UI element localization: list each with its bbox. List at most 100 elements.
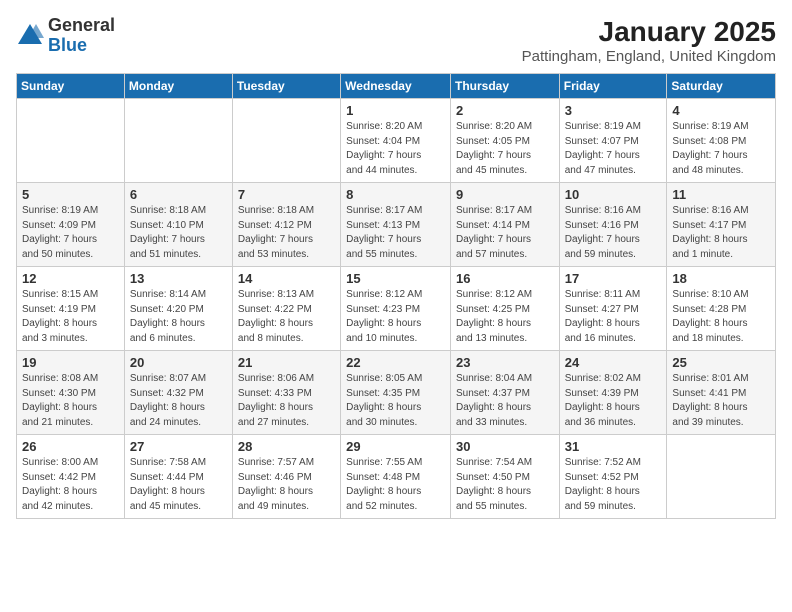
calendar-day-cell: 30 Sunrise: 7:54 AM Sunset: 4:50 PM Dayli… [450,435,559,519]
calendar-week-row: 26Sunrise: 8:00 AM Sunset: 4:42 PM Dayli… [17,435,776,519]
day-info: Sunrise: 8:12 AM Sunset: 4:23 PM Dayligh… [346,288,445,346]
logo-icon [16,22,44,50]
day-number: 11 [672,187,770,202]
calendar-day-cell: 6 Sunrise: 8:18 AM Sunset: 4:10 PM Daylig… [124,183,232,267]
calendar-day-cell: 23 Sunrise: 8:04 AM Sunset: 4:37 PM Dayli… [450,351,559,435]
day-info: Sunrise: 7:55 AM Sunset: 4:48 PM Dayligh… [346,456,445,514]
day-number: 31 [565,439,662,454]
day-number: 22 [346,355,445,370]
weekday-header: Sunday [17,74,125,99]
title-block: January 2025 Pattingham, England, United… [522,16,776,65]
weekday-header: Wednesday [341,74,451,99]
calendar-day-cell: 5 Sunrise: 8:19 AM Sunset: 4:09 PM Daylig… [17,183,125,267]
day-info: Sunrise: 8:06 AM Sunset: 4:33 PM Dayligh… [238,372,335,430]
day-info: Sunrise: 8:20 AM Sunset: 4:05 PM Dayligh… [456,120,554,178]
calendar-day-cell: 7 Sunrise: 8:18 AM Sunset: 4:12 PM Daylig… [232,183,340,267]
calendar-day-cell: 9 Sunrise: 8:17 AM Sunset: 4:14 PM Daylig… [450,183,559,267]
calendar-subtitle: Pattingham, England, United Kingdom [522,48,776,65]
day-number: 26 [22,439,119,454]
day-number: 15 [346,271,445,286]
calendar-table: SundayMondayTuesdayWednesdayThursdayFrid… [16,73,776,519]
day-number: 3 [565,103,662,118]
day-number: 14 [238,271,335,286]
day-number: 5 [22,187,119,202]
logo: General Blue [16,16,115,56]
calendar-day-cell: 16Sunrise: 8:12 AM Sunset: 4:25 PM Dayli… [450,267,559,351]
day-number: 27 [130,439,227,454]
day-info: Sunrise: 8:18 AM Sunset: 4:12 PM Dayligh… [238,204,335,262]
logo-text: General Blue [48,16,115,56]
calendar-day-cell [17,99,125,183]
day-number: 29 [346,439,445,454]
day-info: Sunrise: 8:17 AM Sunset: 4:14 PM Dayligh… [456,204,554,262]
day-info: Sunrise: 8:18 AM Sunset: 4:10 PM Dayligh… [130,204,227,262]
calendar-week-row: 5 Sunrise: 8:19 AM Sunset: 4:09 PM Daylig… [17,183,776,267]
day-number: 20 [130,355,227,370]
calendar-day-cell: 17 Sunrise: 8:11 AM Sunset: 4:27 PM Dayli… [559,267,667,351]
calendar-day-cell: 11 Sunrise: 8:16 AM Sunset: 4:17 PM Dayli… [667,183,776,267]
calendar-week-row: 12 Sunrise: 8:15 AM Sunset: 4:19 PM Dayli… [17,267,776,351]
day-number: 6 [130,187,227,202]
calendar-day-cell: 15 Sunrise: 8:12 AM Sunset: 4:23 PM Dayli… [341,267,451,351]
weekday-header: Thursday [450,74,559,99]
day-number: 13 [130,271,227,286]
day-info: Sunrise: 7:58 AM Sunset: 4:44 PM Dayligh… [130,456,227,514]
day-info: Sunrise: 8:14 AM Sunset: 4:20 PM Dayligh… [130,288,227,346]
day-info: Sunrise: 8:15 AM Sunset: 4:19 PM Dayligh… [22,288,119,346]
day-info: Sunrise: 7:54 AM Sunset: 4:50 PM Dayligh… [456,456,554,514]
day-info: Sunrise: 8:19 AM Sunset: 4:09 PM Dayligh… [22,204,119,262]
day-info: Sunrise: 8:19 AM Sunset: 4:07 PM Dayligh… [565,120,662,178]
day-info: Sunrise: 8:16 AM Sunset: 4:17 PM Dayligh… [672,204,770,262]
day-info: Sunrise: 8:19 AM Sunset: 4:08 PM Dayligh… [672,120,770,178]
calendar-day-cell: 21 Sunrise: 8:06 AM Sunset: 4:33 PM Dayli… [232,351,340,435]
calendar-day-cell: 4 Sunrise: 8:19 AM Sunset: 4:08 PM Daylig… [667,99,776,183]
calendar-header: SundayMondayTuesdayWednesdayThursdayFrid… [17,74,776,99]
day-number: 16 [456,271,554,286]
page-header: General Blue January 2025 Pattingham, En… [16,16,776,65]
day-info: Sunrise: 8:17 AM Sunset: 4:13 PM Dayligh… [346,204,445,262]
day-number: 19 [22,355,119,370]
calendar-day-cell [232,99,340,183]
calendar-title: January 2025 [522,16,776,48]
calendar-day-cell: 18 Sunrise: 8:10 AM Sunset: 4:28 PM Dayli… [667,267,776,351]
day-number: 4 [672,103,770,118]
calendar-day-cell: 13 Sunrise: 8:14 AM Sunset: 4:20 PM Dayli… [124,267,232,351]
calendar-day-cell: 14 Sunrise: 8:13 AM Sunset: 4:22 PM Dayli… [232,267,340,351]
calendar-day-cell [124,99,232,183]
day-info: Sunrise: 8:20 AM Sunset: 4:04 PM Dayligh… [346,120,445,178]
calendar-day-cell [667,435,776,519]
day-info: Sunrise: 8:02 AM Sunset: 4:39 PM Dayligh… [565,372,662,430]
calendar-week-row: 1Sunrise: 8:20 AM Sunset: 4:04 PM Daylig… [17,99,776,183]
day-number: 30 [456,439,554,454]
day-info: Sunrise: 8:04 AM Sunset: 4:37 PM Dayligh… [456,372,554,430]
calendar-day-cell: 29 Sunrise: 7:55 AM Sunset: 4:48 PM Dayli… [341,435,451,519]
weekday-header: Saturday [667,74,776,99]
day-info: Sunrise: 8:11 AM Sunset: 4:27 PM Dayligh… [565,288,662,346]
day-number: 18 [672,271,770,286]
calendar-day-cell: 27 Sunrise: 7:58 AM Sunset: 4:44 PM Dayli… [124,435,232,519]
weekday-header: Friday [559,74,667,99]
calendar-day-cell: 19Sunrise: 8:08 AM Sunset: 4:30 PM Dayli… [17,351,125,435]
day-info: Sunrise: 7:52 AM Sunset: 4:52 PM Dayligh… [565,456,662,514]
day-number: 9 [456,187,554,202]
day-number: 28 [238,439,335,454]
day-info: Sunrise: 7:57 AM Sunset: 4:46 PM Dayligh… [238,456,335,514]
day-number: 23 [456,355,554,370]
day-number: 21 [238,355,335,370]
day-number: 17 [565,271,662,286]
calendar-day-cell: 24 Sunrise: 8:02 AM Sunset: 4:39 PM Dayli… [559,351,667,435]
day-number: 7 [238,187,335,202]
day-number: 24 [565,355,662,370]
calendar-day-cell: 31 Sunrise: 7:52 AM Sunset: 4:52 PM Dayli… [559,435,667,519]
calendar-day-cell: 28 Sunrise: 7:57 AM Sunset: 4:46 PM Dayli… [232,435,340,519]
calendar-day-cell: 26Sunrise: 8:00 AM Sunset: 4:42 PM Dayli… [17,435,125,519]
day-number: 10 [565,187,662,202]
calendar-day-cell: 2Sunrise: 8:20 AM Sunset: 4:05 PM Daylig… [450,99,559,183]
weekday-row: SundayMondayTuesdayWednesdayThursdayFrid… [17,74,776,99]
day-number: 25 [672,355,770,370]
day-info: Sunrise: 8:13 AM Sunset: 4:22 PM Dayligh… [238,288,335,346]
day-number: 12 [22,271,119,286]
calendar-day-cell: 8Sunrise: 8:17 AM Sunset: 4:13 PM Daylig… [341,183,451,267]
calendar-day-cell: 25Sunrise: 8:01 AM Sunset: 4:41 PM Dayli… [667,351,776,435]
day-info: Sunrise: 8:10 AM Sunset: 4:28 PM Dayligh… [672,288,770,346]
